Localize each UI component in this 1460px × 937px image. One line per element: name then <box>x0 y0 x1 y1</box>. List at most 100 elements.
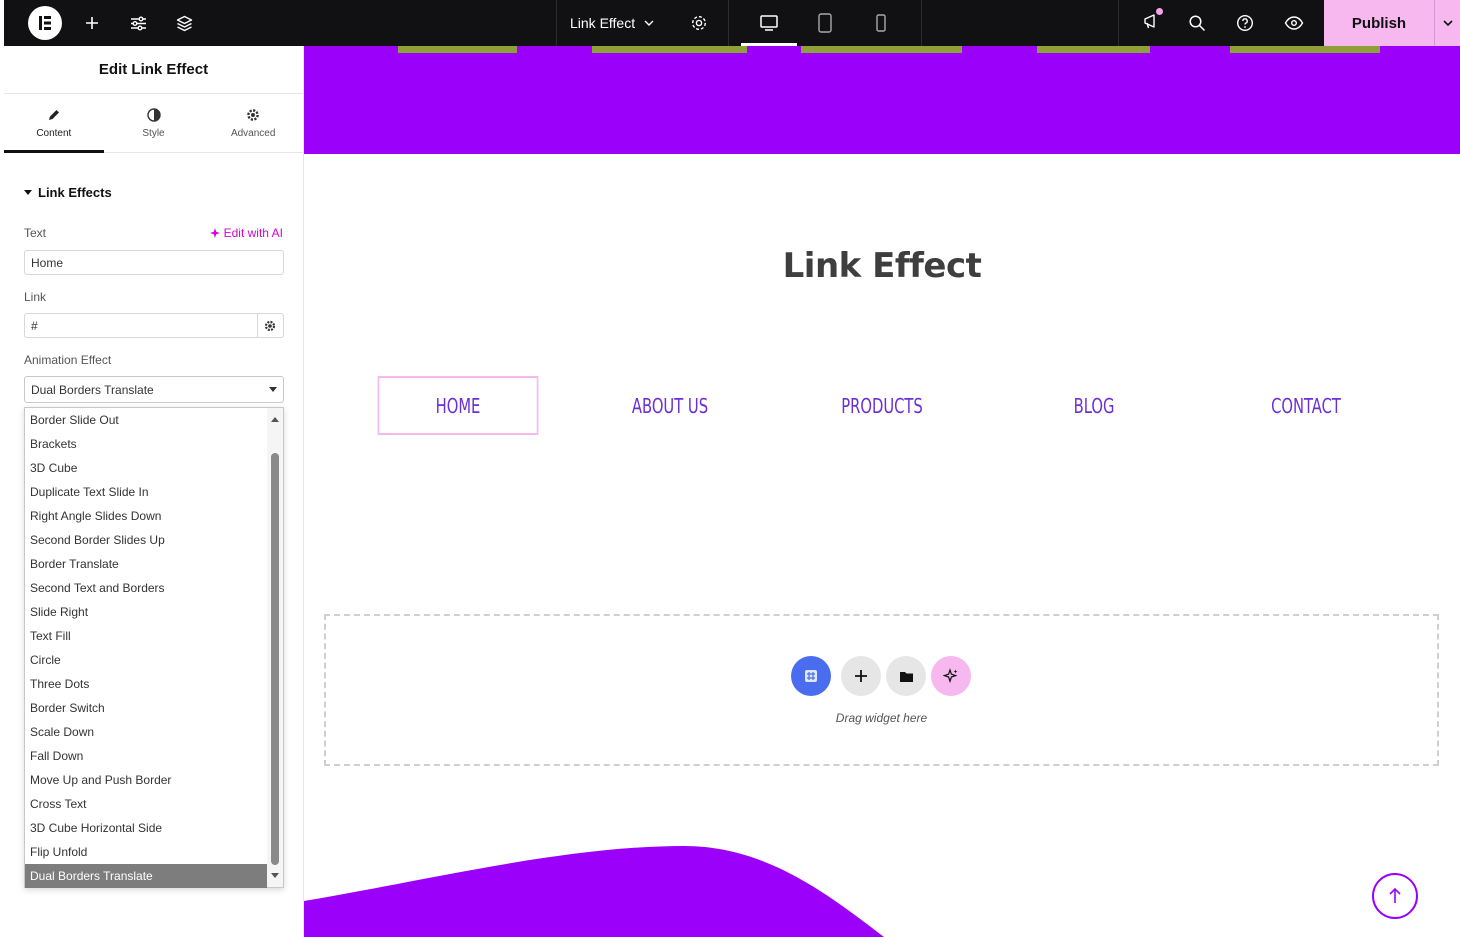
add-template-button[interactable] <box>886 656 926 696</box>
ai-generate-button[interactable] <box>931 656 971 696</box>
grid-hash-icon <box>805 670 817 682</box>
add-container-button[interactable] <box>791 656 831 696</box>
animation-option[interactable]: Move Up and Push Border <box>25 768 267 792</box>
help-button[interactable] <box>1233 0 1257 46</box>
animation-option[interactable]: Circle <box>25 648 267 672</box>
preview-button[interactable] <box>1281 0 1307 46</box>
nav-link-home[interactable]: HOME <box>377 376 539 435</box>
tablet-view-button[interactable] <box>812 0 838 46</box>
panel-title: Edit Link Effect <box>4 46 303 94</box>
panel-tabs: Content Style Advanced <box>4 94 303 153</box>
decorative-bar <box>801 46 962 53</box>
scroll-down-arrow-icon[interactable] <box>271 873 279 878</box>
nav-link-contact[interactable]: CONTACT <box>1226 376 1387 435</box>
animation-option[interactable]: 3D Cube Horizontal Side <box>25 816 267 840</box>
animation-option[interactable]: 3D Cube <box>25 456 267 480</box>
publish-button[interactable]: Publish <box>1324 0 1434 46</box>
gear-icon <box>691 15 707 31</box>
animation-option[interactable]: Border Switch <box>25 696 267 720</box>
animation-option[interactable]: Scale Down <box>25 720 267 744</box>
section-toggle-link-effects[interactable]: Link Effects <box>24 185 112 200</box>
tablet-icon <box>818 13 832 33</box>
text-control-label: Text <box>24 226 47 240</box>
add-section-button[interactable] <box>841 656 881 696</box>
caret-down-icon <box>269 387 277 392</box>
nav-link-products[interactable]: PRODUCTS <box>802 376 963 435</box>
tab-content-label: Content <box>36 127 72 139</box>
eye-icon <box>1284 16 1304 30</box>
animation-option[interactable]: Dual Borders Translate <box>25 864 267 888</box>
desktop-icon <box>760 15 778 31</box>
page-heading[interactable]: Link Effect <box>304 246 1460 286</box>
animation-option[interactable]: Flip Unfold <box>25 840 267 864</box>
link-input[interactable]: # <box>24 313 258 338</box>
animation-option[interactable]: Cross Text <box>25 792 267 816</box>
nav-link-about-us[interactable]: ABOUT US <box>590 376 751 435</box>
text-input[interactable]: Home <box>24 250 284 275</box>
elementor-logo-icon <box>28 6 62 40</box>
animation-option[interactable]: Duplicate Text Slide In <box>25 480 267 504</box>
animation-effect-options-list[interactable]: Border Slide Out Brackets 3D Cube Duplicate… <box>24 407 284 888</box>
publish-options-button[interactable] <box>1434 0 1460 46</box>
animation-effect-label: Animation Effect <box>24 353 112 367</box>
purple-wave-shape <box>304 846 884 937</box>
drop-zone[interactable]: Drag widget here <box>324 614 1439 766</box>
add-icon <box>86 17 98 29</box>
animation-option[interactable]: Fall Down <box>25 744 267 768</box>
layers-icon <box>176 15 192 31</box>
link-options-button[interactable] <box>257 313 284 338</box>
tab-style[interactable]: Style <box>104 94 204 152</box>
search-icon <box>1189 15 1206 32</box>
tab-advanced-label: Advanced <box>230 127 276 139</box>
notification-dot <box>1156 7 1163 15</box>
nav-link-blog[interactable]: BLOG <box>1014 376 1175 435</box>
ai-sparkle-icon <box>209 228 220 238</box>
folder-icon <box>899 671 913 682</box>
gear-icon <box>247 108 259 121</box>
animation-option[interactable]: Second Text and Borders <box>25 576 267 600</box>
scroll-up-arrow-icon[interactable] <box>271 417 279 422</box>
editor-canvas[interactable]: Link Effect HOME ABOUT US PRODUCTS BLOG … <box>304 46 1460 937</box>
link-control-label: Link <box>24 290 47 304</box>
section-title: Link Effects <box>38 185 112 200</box>
scroll-to-top-button[interactable] <box>1372 873 1418 919</box>
page-settings-button[interactable] <box>687 0 711 46</box>
search-button[interactable] <box>1185 0 1209 46</box>
help-icon <box>1236 14 1254 32</box>
settings-sliders-icon <box>130 16 146 30</box>
animation-option[interactable]: Slide Right <box>25 600 267 624</box>
ai-sparkle-icon <box>943 668 958 684</box>
animation-effect-selected-value: Dual Borders Translate <box>31 382 154 397</box>
scrollbar-thumb[interactable] <box>271 453 279 865</box>
half-circle-icon <box>146 107 161 122</box>
animation-option[interactable]: Three Dots <box>25 672 267 696</box>
site-settings-button[interactable] <box>126 0 150 46</box>
drop-zone-text: Drag widget here <box>835 711 928 725</box>
edit-with-ai-label: Edit with AI <box>223 226 283 240</box>
mobile-view-button[interactable] <box>868 0 894 46</box>
document-title-menu[interactable]: Link Effect <box>570 0 670 46</box>
tab-advanced[interactable]: Advanced <box>203 94 303 152</box>
whats-new-button[interactable] <box>1138 0 1164 46</box>
options-container: Border Slide Out Brackets 3D Cube Duplicate… <box>25 408 283 888</box>
tab-content[interactable]: Content <box>4 94 104 153</box>
decorative-bar <box>1230 46 1380 53</box>
gear-icon <box>264 320 276 331</box>
desktop-view-button[interactable] <box>756 0 782 46</box>
animation-option[interactable]: Border Translate <box>25 552 267 576</box>
animation-option[interactable]: Brackets <box>25 432 267 456</box>
header-section-purple[interactable] <box>304 46 1460 154</box>
animation-option[interactable]: Second Border Slides Up <box>25 528 267 552</box>
animation-effect-select[interactable]: Dual Borders Translate <box>24 376 284 403</box>
animation-option[interactable]: Text Fill <box>25 624 267 648</box>
edit-with-ai-button[interactable]: Edit with AI <box>209 226 283 240</box>
structure-button[interactable] <box>172 0 196 46</box>
animation-option[interactable]: Right Angle Slides Down <box>25 504 267 528</box>
caret-down-icon <box>24 190 32 195</box>
add-icon <box>855 670 867 682</box>
add-element-button[interactable] <box>80 0 104 46</box>
dropdown-scrollbar[interactable] <box>267 408 283 887</box>
elementor-logo-button[interactable] <box>26 0 64 46</box>
animation-option[interactable]: Border Slide Out <box>25 408 267 432</box>
megaphone-icon <box>1142 7 1163 35</box>
